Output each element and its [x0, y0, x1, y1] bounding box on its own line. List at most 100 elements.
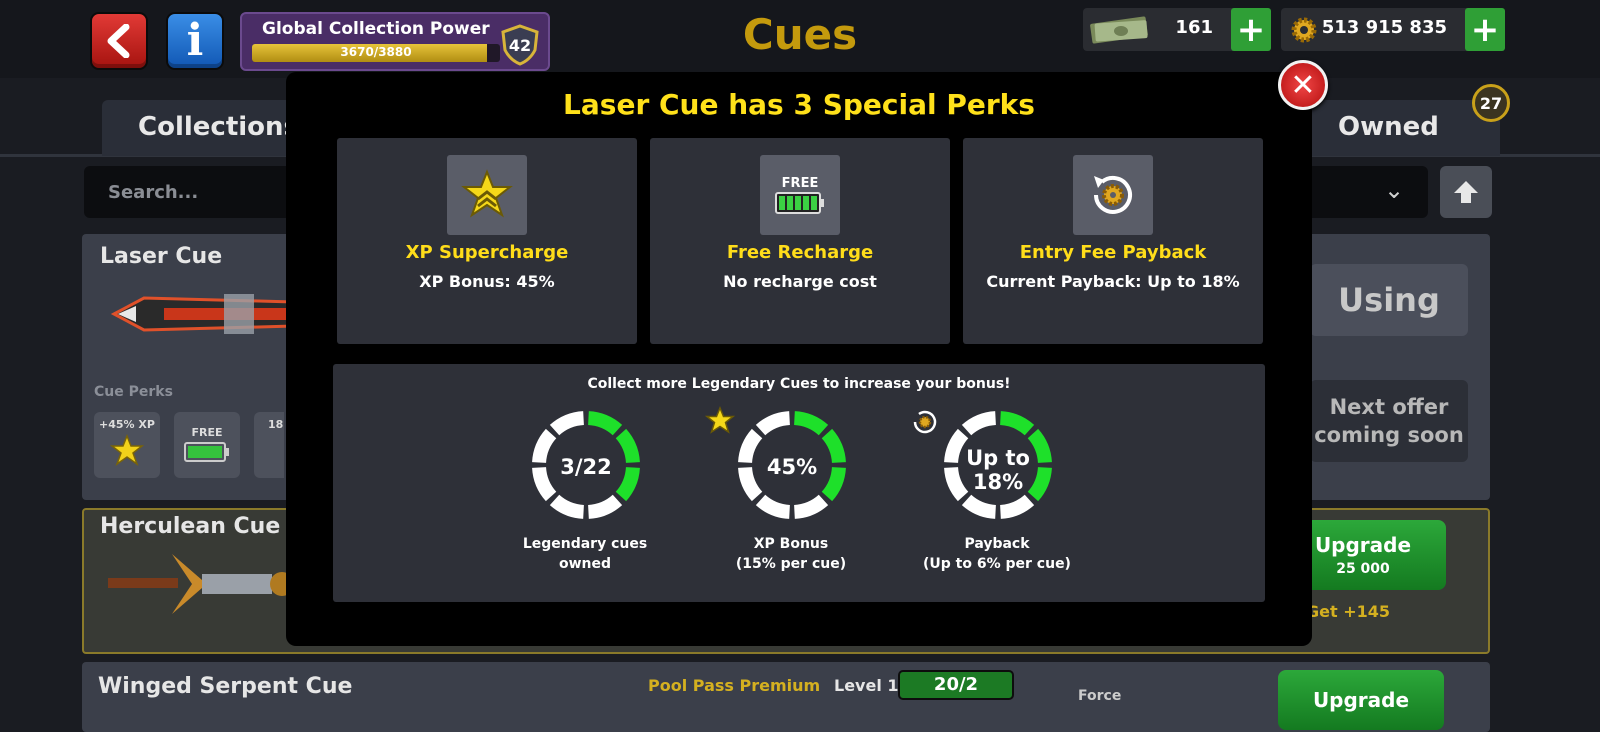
tab-owned[interactable]: Owned: [1290, 100, 1500, 156]
cue-card-winged-serpent[interactable]: Winged Serpent Cue Pool Pass Premium Lev…: [82, 662, 1490, 732]
close-modal-button[interactable]: ✕: [1278, 60, 1328, 110]
cash-counter: 161 +: [1083, 8, 1271, 51]
tab-collections[interactable]: Collections: [102, 100, 302, 156]
perk-name: XP Supercharge: [405, 242, 569, 263]
collection-power-label: Global Collection Power: [262, 19, 490, 39]
cue-name: Winged Serpent Cue: [98, 674, 353, 699]
upgrade-label: Upgrade: [1312, 688, 1410, 712]
herculean-cue-image: [108, 554, 292, 614]
using-button[interactable]: Using: [1310, 264, 1468, 336]
sort-button[interactable]: [1440, 166, 1492, 218]
ring-segment: [587, 494, 623, 519]
info-button[interactable]: i: [166, 12, 224, 70]
global-collection-power[interactable]: Global Collection Power 3670/3880 42: [240, 12, 550, 71]
cue-perks-label: Cue Perks: [94, 384, 173, 400]
cash-value: 161: [1175, 17, 1213, 38]
search-placeholder: Search...: [108, 182, 199, 203]
ring-segment: [999, 411, 1035, 436]
xp-star-icon: [461, 169, 513, 218]
perk-desc: XP Bonus: 45%: [419, 272, 555, 291]
add-coins-button[interactable]: +: [1465, 8, 1505, 51]
perk-icon-box: FREE: [760, 155, 840, 235]
battery-icon: [184, 442, 229, 462]
upgrade-label: Upgrade: [1314, 533, 1412, 557]
tab-collections-label: Collections: [138, 112, 300, 142]
perk-card-entry-fee-payback: Entry Fee Payback Current Payback: Up to…: [963, 138, 1263, 344]
perk-card-xp-supercharge: XP Supercharge XP Bonus: 45%: [337, 138, 637, 344]
payback-label: Payback (Up to 6% per cue): [907, 534, 1087, 574]
upgrade-button[interactable]: Upgrade: [1278, 670, 1444, 730]
ring-segment: [549, 494, 585, 519]
payback-value-line1: Up to: [966, 446, 1030, 470]
arrow-up-icon: [1454, 181, 1478, 203]
pool-pass-progress: 20/2: [898, 670, 1014, 700]
battery-free-label: FREE: [781, 175, 819, 191]
xp-bonus-label: XP Bonus (15% per cue): [701, 534, 881, 574]
perk-icon-box: [447, 155, 527, 235]
back-arrow-icon: [107, 24, 130, 58]
force-label: Force: [1078, 688, 1122, 704]
perk-chip-payback: 18: [254, 412, 284, 478]
ring-segment: [793, 411, 829, 436]
modal-title: Laser Cue has 3 Special Perks: [563, 88, 1035, 121]
battery-icon: [775, 191, 824, 214]
cue-name: Laser Cue: [100, 244, 223, 269]
ring-label-line2: (15% per cue): [735, 556, 847, 572]
get-bonus-label: Get +145: [1306, 602, 1391, 621]
ring-segment: [961, 411, 997, 436]
tab-owned-label: Owned: [1338, 112, 1439, 142]
cash-icon: [1090, 16, 1148, 44]
coins-value: 513 915 835: [1321, 17, 1447, 38]
shield-level-icon: 42: [501, 24, 539, 66]
xp-star-icon: [110, 434, 144, 466]
perk-name: Free Recharge: [726, 242, 874, 263]
ring-segment: [961, 494, 997, 519]
chevron-down-icon[interactable]: ⌄: [1384, 176, 1404, 204]
ring-label-line2: (Up to 6% per cue): [923, 556, 1071, 572]
payback-value-line2: 18%: [972, 470, 1024, 494]
perks-modal: Laser Cue has 3 Special Perks XP Superch…: [286, 72, 1312, 646]
ring-label-line1: Legendary cues: [522, 536, 648, 552]
perk-desc: Current Payback: Up to 18%: [986, 272, 1240, 291]
ring-segment: [755, 411, 791, 436]
collection-power-bar: 3670/3880: [252, 44, 500, 62]
payback-value: Up to 18%: [943, 446, 1053, 494]
collection-level: 42: [509, 36, 531, 55]
collection-power-progress: 3670/3880: [340, 45, 412, 59]
perk-icon-box: [1073, 155, 1153, 235]
perk-chip-free: FREE: [174, 412, 240, 478]
close-icon: ✕: [1290, 67, 1316, 103]
payback-icon: [1094, 176, 1132, 214]
back-button[interactable]: [90, 12, 148, 70]
ring-segment: [755, 494, 791, 519]
info-icon: i: [186, 15, 204, 66]
laser-cue-image: [110, 294, 294, 334]
perk-chip-xp: +45% XP: [94, 412, 160, 478]
cue-name: Herculean Cue: [100, 514, 281, 539]
legendary-bonus-panel: Collect more Legendary Cues to increase …: [333, 364, 1265, 602]
ring-segment: [587, 411, 623, 436]
ring-label-line2: owned: [558, 556, 612, 572]
legendary-count-label: Legendary cues owned: [495, 534, 675, 574]
pool-pass-level: Level 1: [834, 676, 899, 695]
next-offer-label: Next offer coming soon: [1310, 380, 1468, 462]
perk-chip-payback-label: 18: [268, 418, 284, 431]
owned-count-badge: 27: [1472, 84, 1510, 122]
perk-card-free-recharge: FREE Free Recharge No recharge cost: [650, 138, 950, 344]
perk-chip-free-label: FREE: [191, 426, 223, 439]
bonus-title: Collect more Legendary Cues to increase …: [587, 376, 1011, 392]
upgrade-cost: 25 000: [1336, 561, 1390, 577]
perk-name: Entry Fee Payback: [1019, 242, 1207, 263]
add-cash-button[interactable]: +: [1231, 8, 1271, 51]
coins-counter: 513 915 835 +: [1281, 8, 1505, 51]
xp-bonus-value: 45%: [766, 455, 818, 479]
ring-segment: [549, 411, 585, 436]
ring-label-line1: Payback: [964, 536, 1030, 552]
pool-pass-label: Pool Pass Premium: [648, 676, 821, 695]
perk-chip-xp-label: +45% XP: [99, 418, 155, 431]
payback-icon: [913, 410, 937, 434]
perk-desc: No recharge cost: [723, 272, 877, 291]
ring-label-line1: XP Bonus: [753, 536, 829, 552]
xp-star-icon: [705, 406, 735, 434]
ring-segment: [999, 494, 1035, 519]
